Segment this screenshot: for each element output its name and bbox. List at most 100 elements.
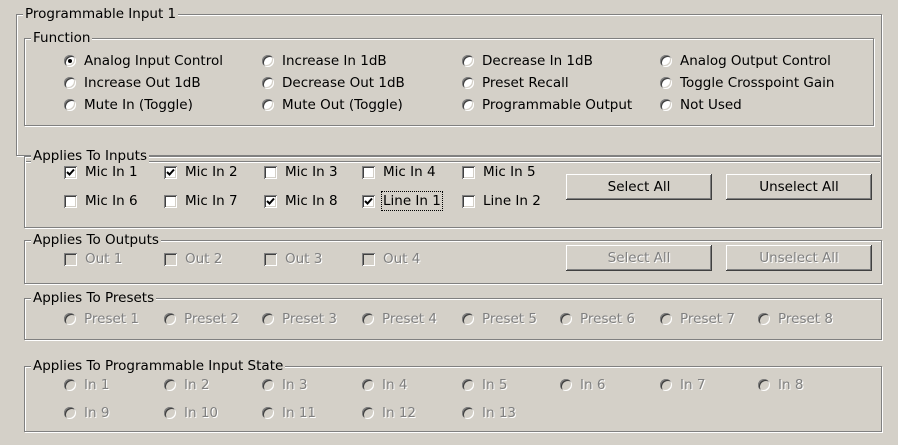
checkbox-icon[interactable] [64, 165, 77, 179]
prog-state-radio-in-10[interactable]: In 10 [164, 405, 218, 421]
inputs-checkbox-mic-in-5[interactable]: Mic In 5 [462, 164, 536, 180]
radio-button-icon[interactable] [362, 313, 374, 325]
inputs-checkbox-mic-in-8[interactable]: Mic In 8 [264, 193, 338, 209]
radio-button-icon[interactable] [64, 55, 76, 67]
function-radio-preset-recall[interactable]: Preset Recall [462, 75, 569, 91]
radio-button-icon[interactable] [660, 313, 672, 325]
radio-button-icon[interactable] [164, 379, 176, 391]
radio-button-icon[interactable] [462, 77, 474, 89]
checkbox-icon[interactable] [462, 165, 475, 179]
radio-button-icon[interactable] [462, 407, 474, 419]
radio-button-icon[interactable] [164, 313, 176, 325]
prog-state-radio-in-6[interactable]: In 6 [560, 377, 605, 393]
checkbox-icon[interactable] [362, 194, 375, 208]
radio-button-icon[interactable] [262, 407, 274, 419]
radio-button-icon[interactable] [560, 379, 572, 391]
checkbox-icon[interactable] [164, 252, 177, 266]
outputs-checkbox-out-3[interactable]: Out 3 [264, 251, 322, 267]
radio-button-icon[interactable] [660, 77, 672, 89]
function-radio-decrease-in-1db[interactable]: Decrease In 1dB [462, 53, 593, 69]
prog-state-radio-in-12[interactable]: In 12 [362, 405, 416, 421]
function-radio-decrease-out-1db[interactable]: Decrease Out 1dB [262, 75, 405, 91]
inputs-checkbox-mic-in-2[interactable]: Mic In 2 [164, 164, 238, 180]
radio-button-icon[interactable] [560, 313, 572, 325]
prog-state-radio-in-1[interactable]: In 1 [64, 377, 109, 393]
presets-radio-preset-7[interactable]: Preset 7 [660, 311, 735, 327]
radio-button-icon[interactable] [64, 99, 76, 111]
function-radio-programmable-output[interactable]: Programmable Output [462, 97, 632, 113]
inputs-checkbox-mic-in-3[interactable]: Mic In 3 [264, 164, 338, 180]
presets-radio-preset-8[interactable]: Preset 8 [758, 311, 833, 327]
radio-button-icon[interactable] [660, 379, 672, 391]
radio-button-icon[interactable] [262, 99, 274, 111]
presets-radio-preset-6[interactable]: Preset 6 [560, 311, 635, 327]
function-radio-toggle-crosspoint-gain[interactable]: Toggle Crosspoint Gain [660, 75, 834, 91]
checkbox-icon[interactable] [164, 165, 177, 179]
inputs-select-all-button[interactable]: Select All [566, 174, 712, 200]
function-radio-not-used[interactable]: Not Used [660, 97, 742, 113]
prog-state-radio-in-5[interactable]: In 5 [462, 377, 507, 393]
presets-radio-preset-4[interactable]: Preset 4 [362, 311, 437, 327]
function-radio-analog-output-control[interactable]: Analog Output Control [660, 53, 831, 69]
radio-button-icon[interactable] [164, 407, 176, 419]
prog-state-radio-in-8[interactable]: In 8 [758, 377, 803, 393]
checkbox-icon[interactable] [64, 194, 77, 208]
radio-button-icon[interactable] [64, 313, 76, 325]
checkbox-icon[interactable] [264, 252, 277, 266]
programmable-input-title: Programmable Input 1 [23, 6, 179, 22]
radio-button-icon[interactable] [262, 77, 274, 89]
prog-state-radio-in-2[interactable]: In 2 [164, 377, 209, 393]
function-radio-increase-in-1db[interactable]: Increase In 1dB [262, 53, 387, 69]
inputs-checkbox-line-in-1[interactable]: Line In 1 [362, 191, 443, 211]
function-radio-mute-in-toggle[interactable]: Mute In (Toggle) [64, 97, 193, 113]
presets-radio-preset-2[interactable]: Preset 2 [164, 311, 239, 327]
presets-radio-preset-3[interactable]: Preset 3 [262, 311, 337, 327]
inputs-checkbox-mic-in-6[interactable]: Mic In 6 [64, 193, 138, 209]
outputs-checkbox-out-2[interactable]: Out 2 [164, 251, 222, 267]
inputs-unselect-all-button[interactable]: Unselect All [726, 174, 872, 200]
radio-button-icon[interactable] [660, 99, 672, 111]
radio-button-icon[interactable] [758, 379, 770, 391]
checkbox-icon[interactable] [264, 194, 277, 208]
radio-button-icon[interactable] [64, 407, 76, 419]
function-radio-analog-input-control[interactable]: Analog Input Control [64, 53, 223, 69]
outputs-select-all-button[interactable]: Select All [566, 245, 712, 271]
inputs-checkbox-line-in-2[interactable]: Line In 2 [462, 193, 541, 209]
radio-button-icon[interactable] [262, 55, 274, 67]
checkbox-icon[interactable] [164, 194, 177, 208]
inputs-checkbox-mic-in-1[interactable]: Mic In 1 [64, 164, 138, 180]
radio-button-icon[interactable] [462, 55, 474, 67]
outputs-checkbox-out-4[interactable]: Out 4 [362, 251, 420, 267]
prog-state-radio-in-11[interactable]: In 11 [262, 405, 316, 421]
outputs-unselect-all-button[interactable]: Unselect All [726, 245, 872, 271]
inputs-checkbox-mic-in-4[interactable]: Mic In 4 [362, 164, 436, 180]
radio-button-icon[interactable] [660, 55, 672, 67]
function-radio-increase-out-1db[interactable]: Increase Out 1dB [64, 75, 201, 91]
radio-button-icon[interactable] [462, 99, 474, 111]
checkbox-icon[interactable] [462, 194, 475, 208]
function-title: Function [31, 30, 93, 46]
function-radio-mute-out-toggle[interactable]: Mute Out (Toggle) [262, 97, 403, 113]
checkbox-icon[interactable] [64, 252, 77, 266]
radio-button-icon[interactable] [262, 313, 274, 325]
prog-state-radio-in-4[interactable]: In 4 [362, 377, 407, 393]
presets-radio-preset-1[interactable]: Preset 1 [64, 311, 139, 327]
radio-button-icon[interactable] [462, 313, 474, 325]
radio-button-icon[interactable] [64, 77, 76, 89]
checkbox-icon[interactable] [264, 165, 277, 179]
prog-state-radio-in-13[interactable]: In 13 [462, 405, 516, 421]
radio-button-icon[interactable] [362, 379, 374, 391]
radio-button-icon[interactable] [462, 379, 474, 391]
inputs-checkbox-mic-in-7[interactable]: Mic In 7 [164, 193, 238, 209]
radio-button-icon[interactable] [362, 407, 374, 419]
prog-state-radio-in-9[interactable]: In 9 [64, 405, 109, 421]
radio-button-icon[interactable] [262, 379, 274, 391]
checkbox-icon[interactable] [362, 252, 375, 266]
radio-button-icon[interactable] [64, 379, 76, 391]
radio-button-icon[interactable] [758, 313, 770, 325]
prog-state-radio-in-3[interactable]: In 3 [262, 377, 307, 393]
prog-state-radio-in-7[interactable]: In 7 [660, 377, 705, 393]
checkbox-icon[interactable] [362, 165, 375, 179]
outputs-checkbox-out-1[interactable]: Out 1 [64, 251, 122, 267]
presets-radio-preset-5[interactable]: Preset 5 [462, 311, 537, 327]
